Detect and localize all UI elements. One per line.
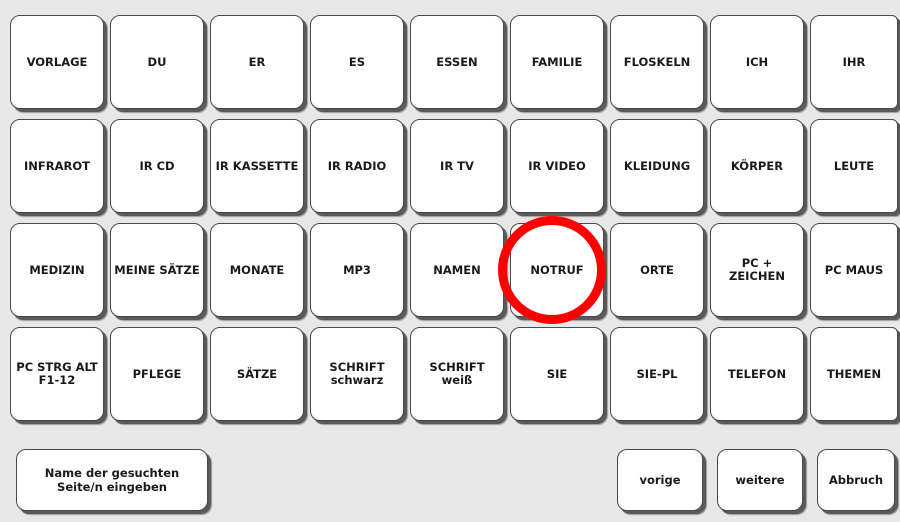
key-floskeln[interactable]: FLOSKELN bbox=[610, 15, 704, 109]
key-label: NOTRUF bbox=[530, 262, 584, 277]
key-medizin[interactable]: MEDIZIN bbox=[10, 223, 104, 317]
key-schrift-weiss[interactable]: SCHRIFT weiß bbox=[410, 327, 504, 421]
key-ir-tv[interactable]: IR TV bbox=[410, 119, 504, 213]
key-label: THEMEN bbox=[826, 366, 882, 381]
key-meine-saetze[interactable]: MEINE SÄTZE bbox=[110, 223, 204, 317]
key-pflege[interactable]: PFLEGE bbox=[110, 327, 204, 421]
key-label: ICH bbox=[745, 54, 769, 69]
key-pc-zeichen[interactable]: PC + ZEICHEN bbox=[710, 223, 804, 317]
key-label: PC STRG ALT F1-12 bbox=[16, 360, 98, 387]
page-key-grid: VORLAGE DU ER ES ESSEN FAMILIE FLOSKELN … bbox=[10, 15, 900, 425]
key-infrarot[interactable]: INFRAROT bbox=[10, 119, 104, 213]
key-schrift-schwarz[interactable]: SCHRIFT schwarz bbox=[310, 327, 404, 421]
key-ihr[interactable]: IHR bbox=[810, 15, 898, 109]
key-es[interactable]: ES bbox=[310, 15, 404, 109]
key-label: SIE-PL bbox=[636, 366, 678, 381]
key-ir-cd[interactable]: IR CD bbox=[110, 119, 204, 213]
key-label: IHR bbox=[842, 54, 866, 69]
search-page-button[interactable]: Name der gesuchten Seite/n eingeben bbox=[16, 449, 208, 511]
key-label: IR CD bbox=[139, 158, 175, 173]
key-label: ER bbox=[248, 54, 266, 69]
key-orte[interactable]: ORTE bbox=[610, 223, 704, 317]
key-themen[interactable]: THEMEN bbox=[810, 327, 898, 421]
key-sie-pl[interactable]: SIE-PL bbox=[610, 327, 704, 421]
key-koerper[interactable]: KÖRPER bbox=[710, 119, 804, 213]
page-selection-screen: VORLAGE DU ER ES ESSEN FAMILIE FLOSKELN … bbox=[0, 0, 900, 522]
key-mp3[interactable]: MP3 bbox=[310, 223, 404, 317]
key-sie[interactable]: SIE bbox=[510, 327, 604, 421]
key-kleidung[interactable]: KLEIDUNG bbox=[610, 119, 704, 213]
key-label: IR TV bbox=[440, 158, 474, 173]
next-button[interactable]: weitere bbox=[717, 449, 803, 511]
key-label: FLOSKELN bbox=[623, 54, 691, 69]
key-label: MONATE bbox=[229, 262, 285, 277]
key-label: FAMILIE bbox=[531, 54, 583, 69]
key-label: MEINE SÄTZE bbox=[114, 262, 200, 277]
key-label: ESSEN bbox=[436, 54, 478, 69]
key-notruf[interactable]: NOTRUF bbox=[510, 223, 604, 317]
next-label: weitere bbox=[735, 473, 785, 487]
key-label: SIE bbox=[546, 366, 568, 381]
key-label: TELEFON bbox=[727, 366, 787, 381]
key-er[interactable]: ER bbox=[210, 15, 304, 109]
key-label: IR VIDEO bbox=[528, 158, 586, 173]
key-ir-video[interactable]: IR VIDEO bbox=[510, 119, 604, 213]
cancel-label: Abbruch bbox=[828, 473, 884, 487]
key-label: SÄTZE bbox=[236, 366, 278, 381]
key-label: ORTE bbox=[640, 262, 674, 277]
key-label: VORLAGE bbox=[26, 54, 88, 69]
key-label: ES bbox=[348, 54, 366, 69]
key-du[interactable]: DU bbox=[110, 15, 204, 109]
key-ir-kassette[interactable]: IR KASSETTE bbox=[210, 119, 304, 213]
key-vorlage[interactable]: VORLAGE bbox=[10, 15, 104, 109]
key-essen[interactable]: ESSEN bbox=[410, 15, 504, 109]
key-label: IR RADIO bbox=[327, 158, 387, 173]
key-pc-maus[interactable]: PC MAUS bbox=[810, 223, 898, 317]
key-label: PC MAUS bbox=[824, 262, 884, 277]
previous-label: vorige bbox=[639, 473, 681, 487]
key-namen[interactable]: NAMEN bbox=[410, 223, 504, 317]
key-label: IR KASSETTE bbox=[215, 158, 299, 173]
key-label: KÖRPER bbox=[730, 158, 784, 173]
key-label: KLEIDUNG bbox=[623, 158, 691, 173]
key-label: MP3 bbox=[343, 262, 371, 277]
key-label: PFLEGE bbox=[132, 366, 182, 381]
key-pc-strg-alt[interactable]: PC STRG ALT F1-12 bbox=[10, 327, 104, 421]
key-label: DU bbox=[147, 54, 167, 69]
key-label: LEUTE bbox=[833, 158, 875, 173]
key-leute[interactable]: LEUTE bbox=[810, 119, 898, 213]
search-page-label: Name der gesuchten Seite/n eingeben bbox=[44, 466, 180, 494]
key-ir-radio[interactable]: IR RADIO bbox=[310, 119, 404, 213]
cancel-button[interactable]: Abbruch bbox=[817, 449, 895, 511]
key-label: PC + ZEICHEN bbox=[728, 256, 786, 283]
key-saetze[interactable]: SÄTZE bbox=[210, 327, 304, 421]
key-monate[interactable]: MONATE bbox=[210, 223, 304, 317]
key-ich[interactable]: ICH bbox=[710, 15, 804, 109]
key-label: SCHRIFT schwarz bbox=[329, 360, 385, 387]
key-familie[interactable]: FAMILIE bbox=[510, 15, 604, 109]
key-label: MEDIZIN bbox=[29, 262, 85, 277]
key-telefon[interactable]: TELEFON bbox=[710, 327, 804, 421]
key-label: NAMEN bbox=[433, 262, 481, 277]
key-label: INFRAROT bbox=[24, 158, 90, 173]
previous-button[interactable]: vorige bbox=[617, 449, 703, 511]
key-label: SCHRIFT weiß bbox=[429, 360, 485, 387]
